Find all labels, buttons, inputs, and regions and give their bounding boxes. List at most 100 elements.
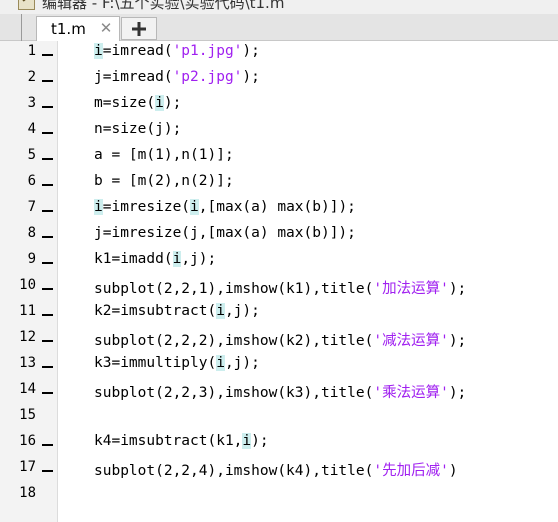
code-line[interactable]: 10 subplot(2,2,1),imshow(k1),title('加法运算'… — [0, 275, 558, 301]
breakpoint-marker[interactable] — [42, 340, 53, 342]
code-text[interactable]: k3=immultiply(i,j); — [94, 355, 260, 371]
breakpoint-marker[interactable] — [42, 314, 53, 316]
code-line[interactable]: 5 a = [m(1),n(1)]; — [0, 145, 558, 171]
code-line[interactable]: 9 k1=imadd(i,j); — [0, 249, 558, 275]
code-line[interactable]: 18 — [0, 483, 558, 509]
code-token: j=imresize(j,[max(a) max(b)]); — [94, 225, 356, 241]
line-number: 16 — [19, 433, 36, 449]
tab-strip: t1.m ✕ — [0, 14, 558, 42]
code-text[interactable]: k2=imsubtract(i,j); — [94, 303, 260, 319]
breakpoint-marker[interactable] — [42, 106, 53, 108]
tab-label: t1.m — [51, 20, 86, 38]
window-titlebar: 编辑器 - F:\五个实验\实验代码\t1.m — [0, 0, 558, 14]
code-text[interactable]: subplot(2,2,1),imshow(k1),title('加法运算'); — [94, 277, 466, 298]
code-token: subplot(2,2,4),imshow(k4),title( — [94, 463, 374, 479]
code-text[interactable]: m=size(i); — [94, 95, 181, 111]
code-line[interactable]: 3 m=size(i); — [0, 93, 558, 119]
code-text[interactable]: subplot(2,2,2),imshow(k2),title('减法运算'); — [94, 329, 466, 350]
breakpoint-marker[interactable] — [42, 158, 53, 160]
code-token: ,j); — [224, 303, 260, 319]
code-line[interactable]: 4 n=size(j); — [0, 119, 558, 145]
add-tab-button[interactable] — [121, 17, 157, 40]
breakpoint-marker[interactable] — [42, 288, 53, 290]
breakpoint-marker[interactable] — [42, 444, 53, 446]
code-token: ); — [448, 333, 467, 349]
string-literal: 'p2.jpg' — [172, 69, 243, 85]
line-number: 17 — [19, 459, 36, 475]
code-token: ); — [251, 433, 269, 449]
code-token: b = [m(2),n(2)]; — [94, 173, 234, 189]
line-number: 7 — [27, 199, 36, 215]
line-number: 8 — [27, 225, 36, 241]
code-text[interactable]: j=imresize(j,[max(a) max(b)]); — [94, 225, 356, 241]
code-line[interactable]: 8 j=imresize(j,[max(a) max(b)]); — [0, 223, 558, 249]
highlighted-variable: i — [94, 199, 103, 215]
breakpoint-marker[interactable] — [42, 262, 53, 264]
code-line[interactable]: 11 k2=imsubtract(i,j); — [0, 301, 558, 327]
code-token: j=imread( — [94, 69, 173, 85]
breakpoint-marker[interactable] — [42, 366, 53, 368]
code-text[interactable]: b = [m(2),n(2)]; — [94, 173, 234, 189]
code-token: subplot(2,2,2),imshow(k2),title( — [94, 333, 374, 349]
code-token: k3=immultiply( — [94, 355, 217, 371]
code-token: ,j); — [224, 355, 260, 371]
breakpoint-marker[interactable] — [42, 80, 53, 82]
code-text[interactable]: subplot(2,2,4),imshow(k4),title('先加后减') — [94, 459, 458, 480]
code-text[interactable]: i=imresize(i,[max(a) max(b)]); — [94, 199, 356, 215]
code-token: ); — [448, 385, 467, 401]
tab-t1-m[interactable]: t1.m ✕ — [36, 16, 120, 42]
editor-app-icon — [18, 0, 35, 10]
line-number: 5 — [27, 147, 36, 163]
code-text[interactable]: k1=imadd(i,j); — [94, 251, 216, 267]
highlighted-variable: i — [94, 43, 103, 59]
breakpoint-marker[interactable] — [42, 392, 53, 394]
code-line[interactable]: 17 subplot(2,2,4),imshow(k4),title('先加后减'… — [0, 457, 558, 483]
code-token: ,[max(a) max(b)]); — [198, 199, 356, 215]
string-literal: 'p1.jpg' — [172, 43, 243, 59]
code-line[interactable]: 2 j=imread('p2.jpg'); — [0, 67, 558, 93]
line-number: 14 — [19, 381, 36, 397]
line-number: 2 — [27, 69, 36, 85]
highlighted-variable: i — [172, 251, 182, 267]
code-text[interactable]: k4=imsubtract(k1,i); — [94, 433, 269, 449]
breakpoint-marker[interactable] — [42, 470, 53, 472]
code-line[interactable]: 13 k3=immultiply(i,j); — [0, 353, 558, 379]
breakpoint-marker[interactable] — [42, 184, 53, 186]
line-number: 12 — [19, 329, 36, 345]
breakpoint-marker[interactable] — [42, 210, 53, 212]
string-literal: '加法运算' — [373, 281, 449, 297]
code-line[interactable]: 7 i=imresize(i,[max(a) max(b)]); — [0, 197, 558, 223]
code-token: =imread( — [102, 43, 173, 59]
breakpoint-marker[interactable] — [42, 132, 53, 134]
code-text[interactable]: i=imread('p1.jpg'); — [94, 43, 260, 59]
code-token: ); — [242, 69, 260, 85]
code-line[interactable]: 16 k4=imsubtract(k1,i); — [0, 431, 558, 457]
line-number: 10 — [19, 277, 36, 293]
line-number: 1 — [27, 43, 36, 59]
code-line[interactable]: 1 i=imread('p1.jpg'); — [0, 41, 558, 67]
code-line[interactable]: 12 subplot(2,2,2),imshow(k2),title('减法运算'… — [0, 327, 558, 353]
code-line[interactable]: 15 — [0, 405, 558, 431]
breakpoint-marker[interactable] — [42, 236, 53, 238]
code-editor[interactable]: 1 i=imread('p1.jpg'); 2 j=imread('p2.jpg');… — [0, 41, 558, 522]
highlighted-variable: i — [216, 303, 225, 319]
breakpoint-marker[interactable] — [42, 54, 53, 56]
code-text[interactable]: n=size(j); — [94, 121, 181, 137]
code-token: k2=imsubtract( — [94, 303, 217, 319]
window-title: 编辑器 - F:\五个实验\实验代码\t1.m — [42, 0, 285, 12]
close-icon[interactable]: ✕ — [99, 21, 113, 36]
code-line[interactable]: 6 b = [m(2),n(2)]; — [0, 171, 558, 197]
code-text[interactable]: j=imread('p2.jpg'); — [94, 69, 260, 85]
line-number: 4 — [27, 121, 36, 137]
code-text[interactable]: a = [m(1),n(1)]; — [94, 147, 234, 163]
code-token: ,j); — [181, 251, 217, 267]
highlighted-variable: i — [242, 433, 252, 449]
code-line[interactable]: 14 subplot(2,2,3),imshow(k3),title('乘法运算'… — [0, 379, 558, 405]
code-text[interactable]: subplot(2,2,3),imshow(k3),title('乘法运算'); — [94, 381, 466, 402]
code-token: ) — [448, 463, 458, 479]
highlighted-variable: i — [216, 355, 225, 371]
code-token: a = [m(1),n(1)]; — [94, 147, 234, 163]
line-number: 3 — [27, 95, 36, 111]
line-number: 13 — [19, 355, 36, 371]
string-literal: '乘法运算' — [373, 385, 449, 401]
